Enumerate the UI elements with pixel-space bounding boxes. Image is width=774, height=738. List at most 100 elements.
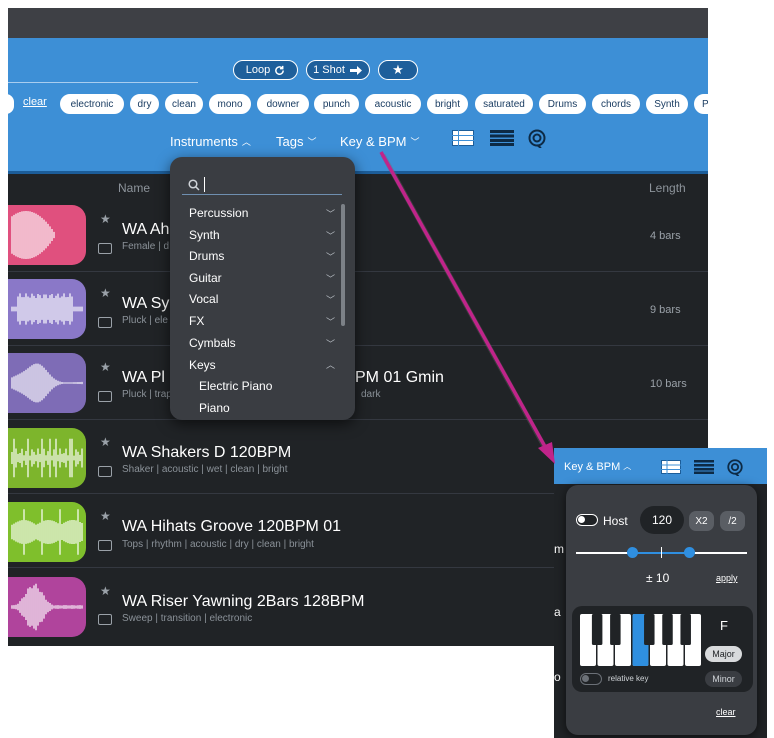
waveform-graphic bbox=[11, 509, 83, 555]
waveform-thumbnail[interactable] bbox=[8, 577, 86, 637]
chevron-down-icon[interactable]: ﹀ bbox=[326, 272, 335, 285]
list-view-icon[interactable] bbox=[452, 130, 474, 146]
star-icon[interactable]: ★ bbox=[100, 435, 111, 449]
waveform-thumbnail[interactable] bbox=[8, 279, 86, 339]
waveform-graphic bbox=[11, 363, 83, 403]
chevron-down-icon[interactable]: ﹀ bbox=[326, 250, 335, 263]
piano-keyboard[interactable] bbox=[580, 614, 704, 666]
dropdown-item-synth[interactable]: Synth bbox=[189, 228, 220, 242]
waveform-graphic bbox=[11, 293, 83, 325]
tag-chip[interactable]: bright bbox=[427, 94, 468, 114]
add-to-collection-icon[interactable] bbox=[98, 391, 112, 402]
chevron-down-icon[interactable]: ﹀ bbox=[326, 315, 335, 328]
half-bpm-button[interactable]: /2 bbox=[720, 511, 745, 531]
instrument-search-field[interactable] bbox=[182, 175, 342, 195]
tag-chip[interactable]: dry bbox=[130, 94, 159, 114]
tag-chip[interactable]: clean bbox=[165, 94, 203, 114]
dropdown-item-vocal[interactable]: Vocal bbox=[189, 292, 218, 306]
dropdown-scrollbar[interactable] bbox=[341, 204, 345, 326]
list-view-icon[interactable] bbox=[661, 460, 681, 474]
target-settings-icon[interactable] bbox=[527, 128, 547, 148]
star-icon[interactable]: ★ bbox=[100, 360, 111, 374]
sample-length: 9 bars bbox=[650, 304, 681, 316]
chevron-up-icon[interactable]: ︿ bbox=[326, 358, 335, 371]
row-fragment: m bbox=[554, 542, 564, 556]
sample-tags: Shaker | acoustic | wet | clean | bright bbox=[122, 464, 288, 475]
table-row[interactable]: ★ WA Pl PM 01 Gmin Pluck | trap dark 10 … bbox=[8, 346, 708, 420]
chevron-down-icon[interactable]: ﹀ bbox=[326, 337, 335, 350]
add-to-collection-icon[interactable] bbox=[98, 317, 112, 328]
target-settings-icon[interactable] bbox=[726, 458, 744, 476]
row-fragment: a bbox=[554, 605, 561, 619]
major-button[interactable]: Major bbox=[705, 646, 742, 662]
one-shot-button[interactable]: 1 Shot bbox=[306, 60, 370, 80]
sample-tags: Sweep | transition | electronic bbox=[122, 613, 253, 624]
dropdown-item-percussion[interactable]: Percussion bbox=[189, 206, 248, 220]
double-bpm-button[interactable]: X2 bbox=[689, 511, 714, 531]
dropdown-item-drums[interactable]: Drums bbox=[189, 249, 224, 263]
relative-key-label: relative key bbox=[608, 674, 649, 683]
add-to-collection-icon[interactable] bbox=[98, 614, 112, 625]
relative-key-toggle[interactable] bbox=[580, 673, 602, 685]
waveform-thumbnail[interactable] bbox=[8, 502, 86, 562]
dropdown-item-cymbals[interactable]: Cymbals bbox=[189, 336, 236, 350]
table-row[interactable]: ★ WA Ah Female | d 4 bars bbox=[8, 198, 708, 272]
add-to-collection-icon[interactable] bbox=[98, 466, 112, 477]
star-icon[interactable]: ★ bbox=[100, 509, 111, 523]
sample-title: WA Pl bbox=[122, 369, 165, 386]
window-topbar bbox=[8, 8, 708, 38]
column-length-header[interactable]: Length bbox=[649, 181, 686, 195]
chevron-down-icon[interactable]: ﹀ bbox=[326, 229, 335, 242]
nav-key-bpm[interactable]: Key & BPM ︿ bbox=[564, 461, 631, 473]
tag-chip[interactable]: Synth bbox=[646, 94, 688, 114]
add-to-collection-icon[interactable] bbox=[98, 243, 112, 254]
star-icon[interactable]: ★ bbox=[100, 212, 111, 226]
dropdown-item-keys[interactable]: Keys bbox=[189, 358, 216, 372]
waveform-graphic bbox=[11, 438, 83, 478]
tag-chip[interactable]: mono bbox=[209, 94, 251, 114]
minor-button[interactable]: Minor bbox=[705, 671, 742, 687]
waveform-thumbnail[interactable] bbox=[8, 428, 86, 488]
tag-chip[interactable]: chords bbox=[592, 94, 640, 114]
column-name-header[interactable]: Name bbox=[118, 181, 150, 195]
instrument-search-input[interactable] bbox=[204, 177, 334, 192]
search-input-underline[interactable] bbox=[8, 82, 198, 83]
clear-key-bpm-link[interactable]: clear bbox=[716, 707, 736, 717]
dropdown-subitem-piano[interactable]: Piano bbox=[199, 401, 230, 415]
nav-instruments[interactable]: Instruments ︿ bbox=[170, 134, 251, 149]
table-row[interactable]: ★ WA Sy Pluck | ele 9 bars bbox=[8, 272, 708, 346]
clear-tags-link[interactable]: clear bbox=[23, 96, 47, 108]
apply-link[interactable]: apply bbox=[716, 573, 738, 583]
compact-list-icon[interactable] bbox=[490, 130, 514, 146]
bpm-range-max-handle[interactable] bbox=[684, 547, 695, 558]
waveform-thumbnail[interactable] bbox=[8, 353, 86, 413]
tag-chip[interactable]: electronic bbox=[60, 94, 124, 114]
bpm-field[interactable]: 120 bbox=[640, 506, 684, 534]
host-toggle[interactable] bbox=[576, 514, 598, 526]
tag-chip[interactable]: Drums bbox=[539, 94, 586, 114]
favorites-button[interactable]: ★ bbox=[378, 60, 418, 80]
tag-chip[interactable]: punch bbox=[314, 94, 359, 114]
tag-chip[interactable]: downer bbox=[257, 94, 309, 114]
sample-tags-tail: dark bbox=[361, 389, 381, 400]
waveform-graphic bbox=[11, 211, 55, 259]
star-icon[interactable]: ★ bbox=[100, 584, 111, 598]
tag-chip[interactable]: P bbox=[694, 94, 708, 114]
dropdown-item-guitar[interactable]: Guitar bbox=[189, 271, 222, 285]
bpm-range-min-handle[interactable] bbox=[627, 547, 638, 558]
star-icon[interactable]: ★ bbox=[100, 286, 111, 300]
dropdown-subitem-electric-piano[interactable]: Electric Piano bbox=[199, 379, 272, 393]
loop-button[interactable]: Loop bbox=[233, 60, 298, 80]
chevron-down-icon[interactable]: ﹀ bbox=[326, 293, 335, 306]
tag-chip[interactable]: acoustic bbox=[365, 94, 421, 114]
chevron-down-icon[interactable]: ﹀ bbox=[326, 207, 335, 220]
nav-key-bpm[interactable]: Key & BPM ﹀ bbox=[340, 134, 419, 149]
add-to-collection-icon[interactable] bbox=[98, 540, 112, 551]
dropdown-item-fx[interactable]: FX bbox=[189, 314, 204, 328]
chevron-up-icon: ︿ bbox=[623, 462, 632, 471]
tag-chip[interactable]: saturated bbox=[475, 94, 533, 114]
waveform-thumbnail[interactable] bbox=[8, 205, 86, 265]
compact-list-icon[interactable] bbox=[694, 460, 714, 474]
host-label: Host bbox=[603, 514, 628, 528]
nav-tags[interactable]: Tags ﹀ bbox=[276, 134, 316, 149]
